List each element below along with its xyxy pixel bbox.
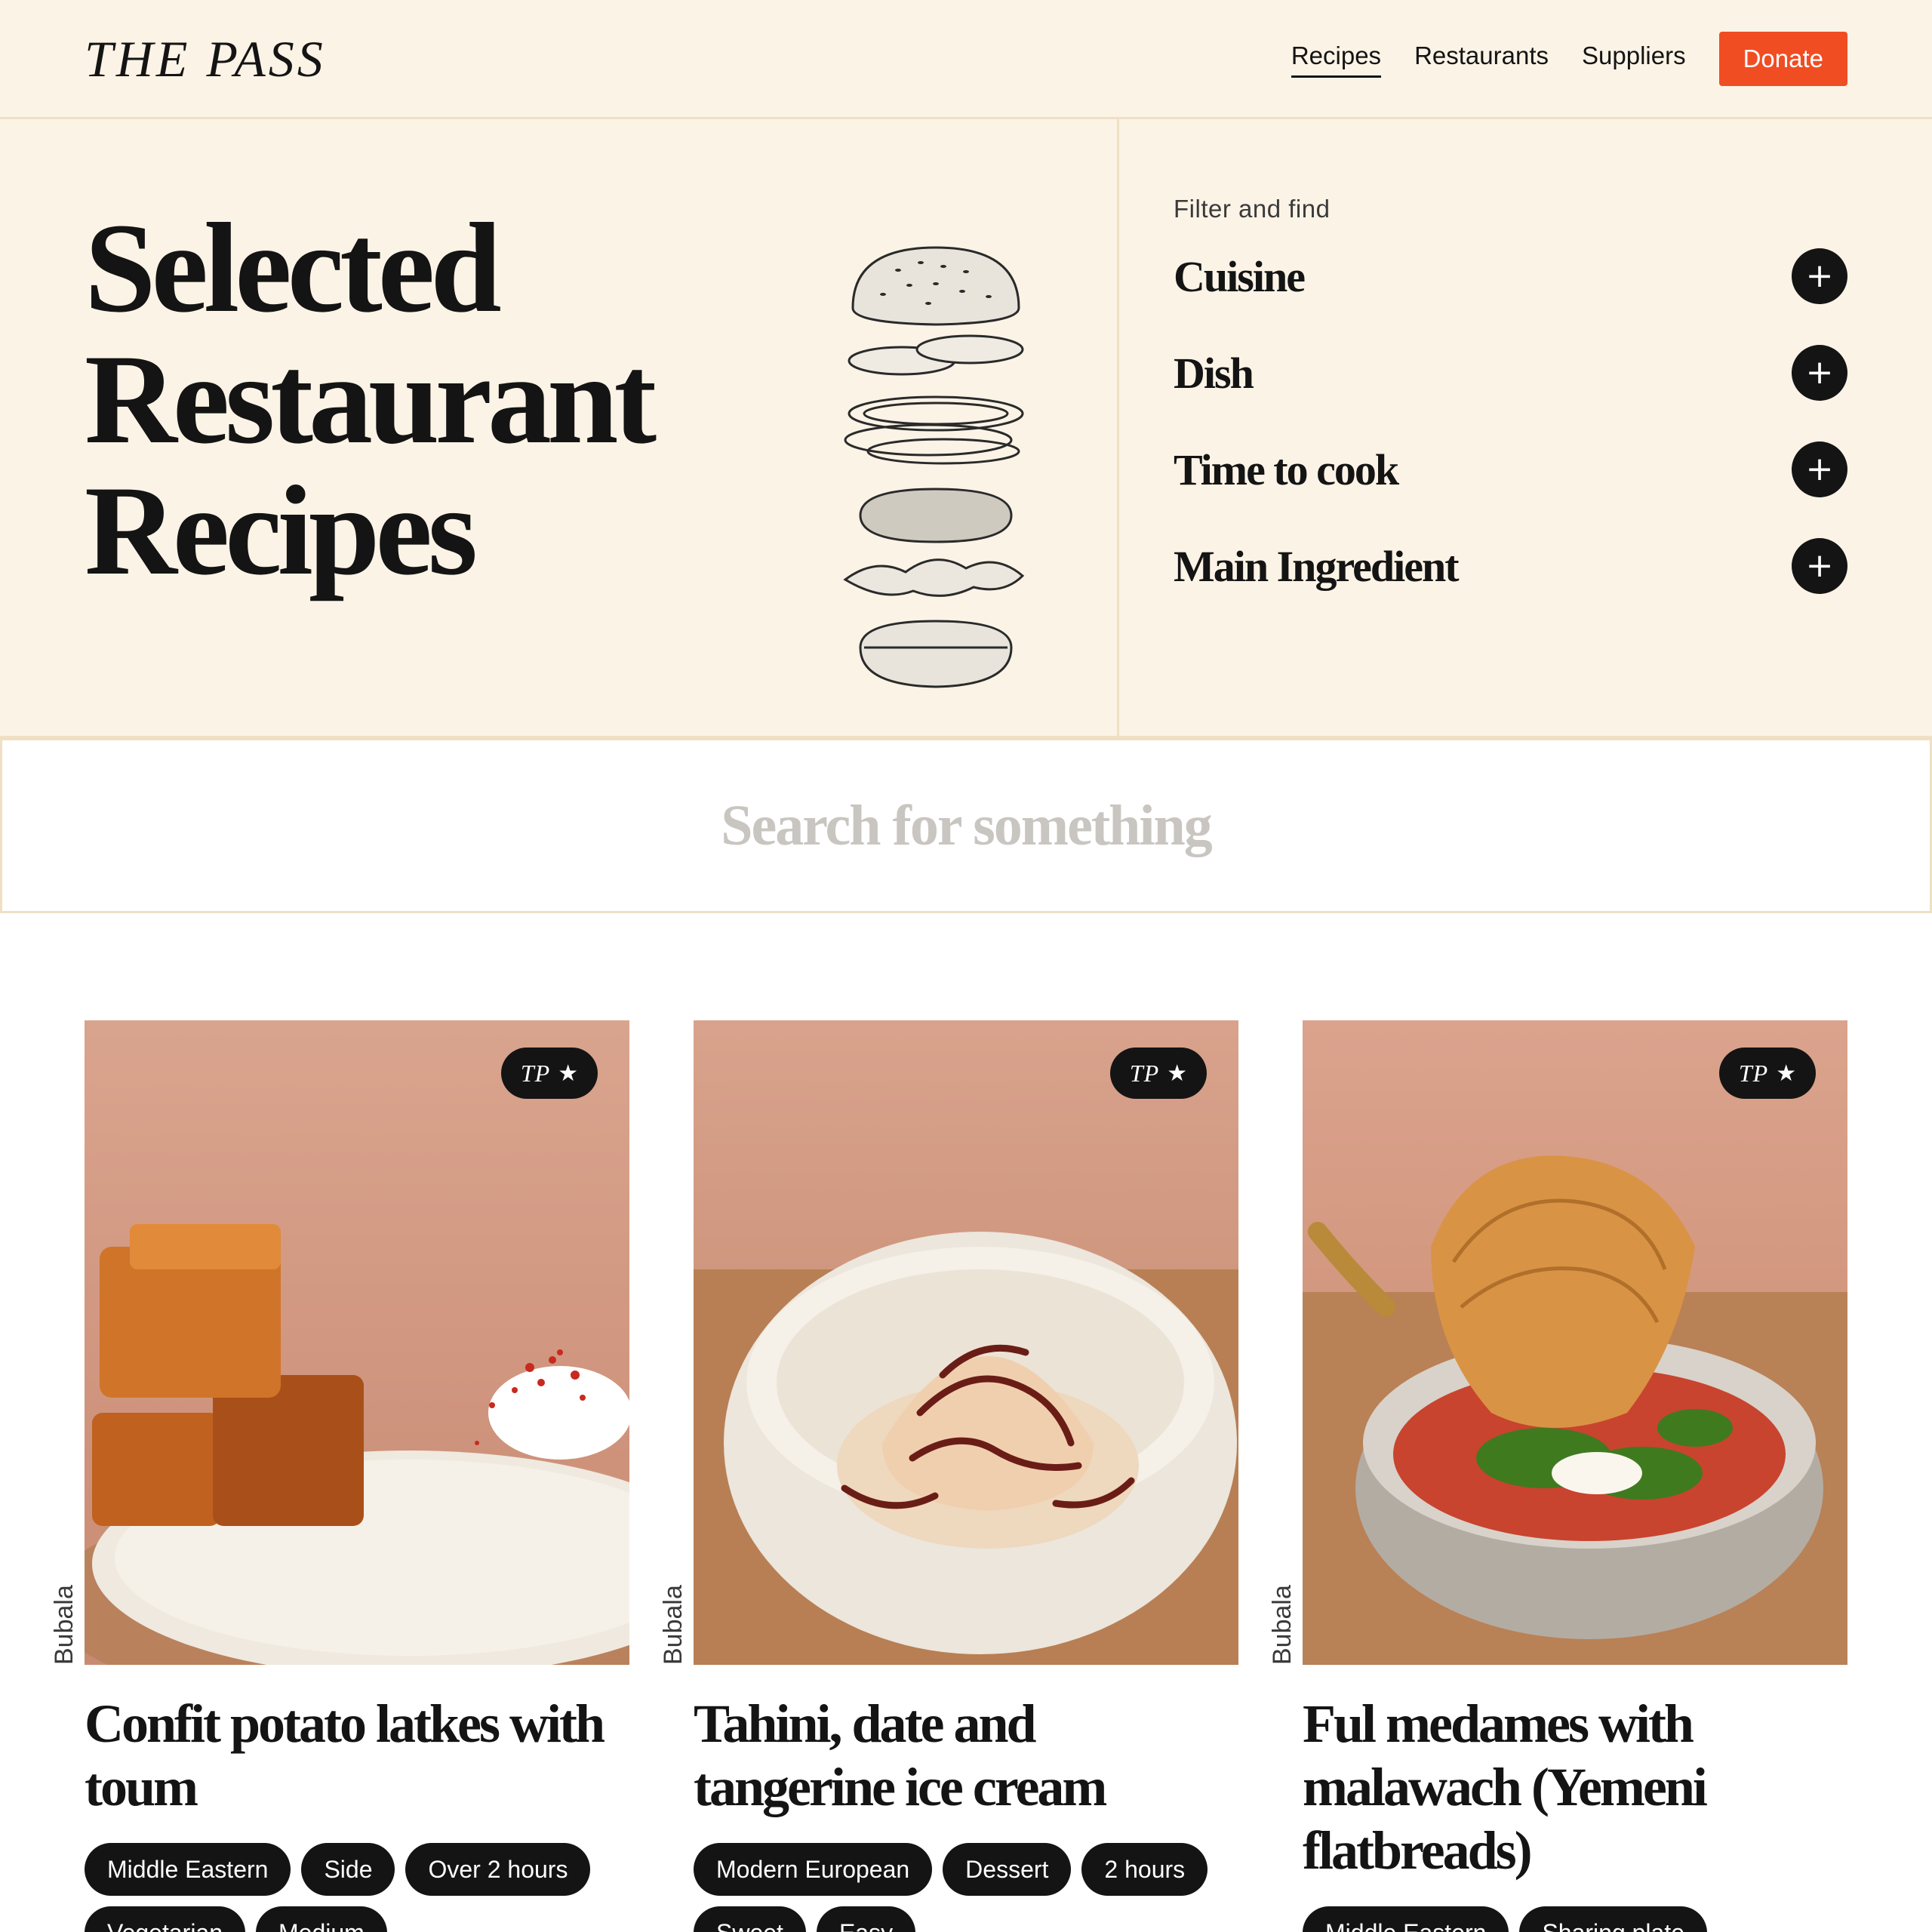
recipe-image[interactable]: TP ★ — [694, 1020, 1238, 1665]
filter-name: Main Ingredient — [1174, 541, 1460, 591]
hero-divider — [1117, 119, 1119, 738]
recipe-tag[interactable]: Modern European — [694, 1843, 933, 1896]
recipe-card[interactable]: TP ★ Confit potato latkes with toum Midd… — [85, 1020, 629, 1932]
recipe-card[interactable]: TP ★ Tahini, date and tangerine ice crea… — [694, 1020, 1238, 1932]
tp-badge: TP ★ — [501, 1048, 598, 1099]
tp-badge: TP ★ — [1110, 1048, 1207, 1099]
recipe-tag[interactable]: Easy — [816, 1906, 916, 1932]
filter-cuisine[interactable]: Cuisine + — [1174, 246, 1847, 306]
nav-recipes[interactable]: Recipes — [1291, 41, 1382, 78]
recipe-tag[interactable]: Sweet — [694, 1906, 806, 1932]
restaurant-label[interactable]: Bubala — [1268, 1585, 1297, 1665]
recipe-tag[interactable]: Middle Eastern — [85, 1843, 291, 1896]
recipe-tag[interactable]: Vegetarian — [85, 1906, 246, 1932]
page-title: Selected Restaurant Recipes — [85, 202, 764, 596]
recipe-tag[interactable]: Side — [301, 1843, 395, 1896]
page-title-line: Recipes — [85, 460, 478, 601]
star-icon: ★ — [1167, 1060, 1188, 1087]
recipe-tags: Middle Eastern Side Over 2 hours Vegetar… — [85, 1843, 629, 1932]
nav-suppliers[interactable]: Suppliers — [1582, 41, 1686, 78]
recipe-tags: Modern European Dessert 2 hours Sweet Ea… — [694, 1843, 1238, 1932]
filter-label: Filter and find — [1174, 195, 1331, 223]
star-icon: ★ — [1776, 1060, 1797, 1087]
recipe-tags: Middle Eastern Sharing plate — [1303, 1906, 1847, 1932]
search-bar — [0, 738, 1932, 913]
filter-name: Cuisine — [1174, 251, 1306, 301]
recipe-card[interactable]: TP ★ Ful medames with malawach (Yemeni f… — [1303, 1020, 1847, 1932]
nav-restaurants[interactable]: Restaurants — [1414, 41, 1549, 78]
page-title-line: Selected — [85, 197, 502, 339]
filter-main-ingredient[interactable]: Main Ingredient + — [1174, 536, 1847, 596]
restaurant-label[interactable]: Bubala — [659, 1585, 688, 1665]
recipe-tag[interactable]: Medium — [256, 1906, 387, 1932]
filter-name: Dish — [1174, 348, 1254, 398]
recipe-tag[interactable]: Sharing plate — [1519, 1906, 1708, 1932]
restaurant-label[interactable]: Bubala — [50, 1585, 79, 1665]
recipe-tag[interactable]: 2 hours — [1081, 1843, 1208, 1896]
plus-icon[interactable]: + — [1792, 538, 1847, 594]
recipe-image[interactable]: TP ★ — [85, 1020, 629, 1665]
recipe-tag[interactable]: Dessert — [943, 1843, 1072, 1896]
recipe-title[interactable]: Confit potato latkes with toum — [85, 1692, 629, 1819]
main-nav: Recipes Restaurants Suppliers Donate — [1291, 32, 1847, 86]
star-icon: ★ — [558, 1060, 579, 1087]
filter-name: Time to cook — [1174, 445, 1399, 494]
recipe-title[interactable]: Tahini, date and tangerine ice cream — [694, 1692, 1238, 1819]
recipe-tag[interactable]: Middle Eastern — [1303, 1906, 1509, 1932]
recipe-image[interactable]: TP ★ — [1303, 1020, 1847, 1665]
filter-time-to-cook[interactable]: Time to cook + — [1174, 439, 1847, 500]
page-title-line: Restaurant — [85, 328, 657, 470]
tp-badge: TP ★ — [1719, 1048, 1816, 1099]
site-header: THE PASS Recipes Restaurants Suppliers D… — [0, 0, 1932, 119]
site-logo[interactable]: THE PASS — [85, 30, 326, 88]
filter-dish[interactable]: Dish + — [1174, 343, 1847, 403]
search-input[interactable] — [2, 740, 1930, 911]
plus-icon[interactable]: + — [1792, 345, 1847, 401]
plus-icon[interactable]: + — [1792, 248, 1847, 304]
recipe-title[interactable]: Ful medames with malawach (Yemeni flatbr… — [1303, 1692, 1847, 1882]
hero-section: Selected Restaurant Recipes Filter and f… — [0, 119, 1932, 738]
recipe-tag[interactable]: Over 2 hours — [405, 1843, 591, 1896]
burger-illustration — [843, 246, 1025, 688]
donate-button[interactable]: Donate — [1718, 32, 1847, 86]
plus-icon[interactable]: + — [1792, 441, 1847, 497]
